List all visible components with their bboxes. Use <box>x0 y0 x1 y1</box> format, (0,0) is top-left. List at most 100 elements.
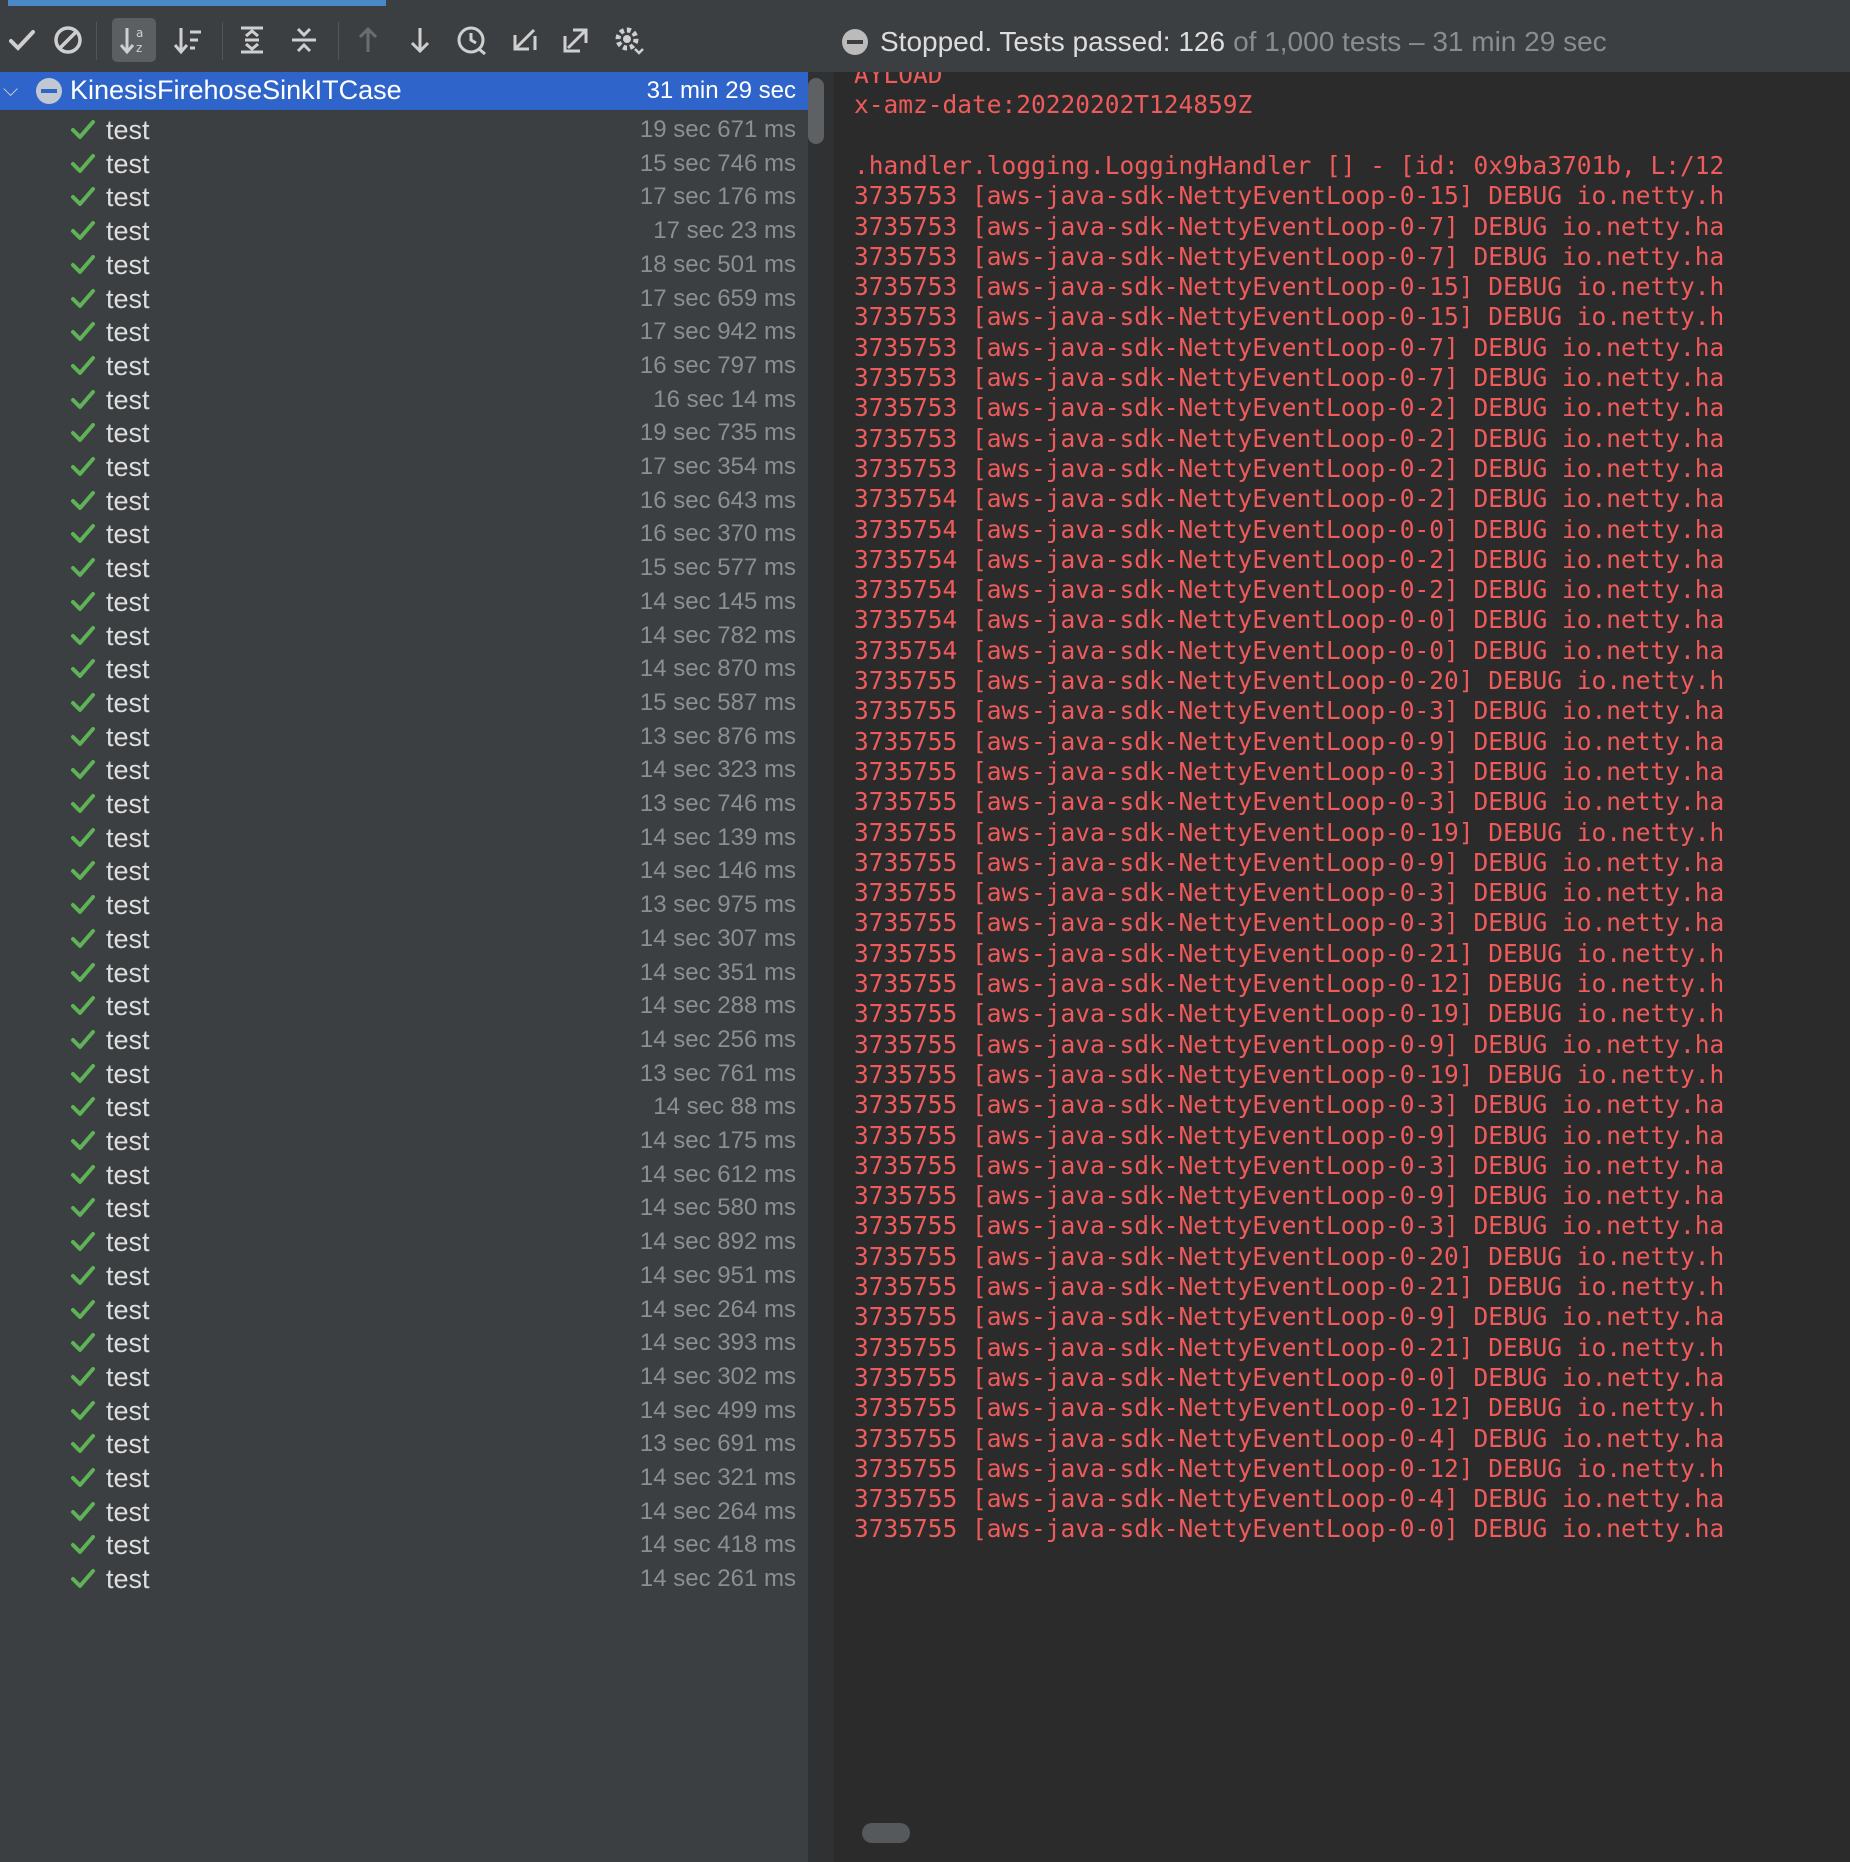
test-duration: 14 sec 288 ms <box>639 992 796 1020</box>
passed-check-icon <box>71 221 95 241</box>
show-passed-button[interactable] <box>0 18 44 62</box>
console-line: 3735754 [aws-java-sdk-NettyEventLoop-0-0… <box>854 635 1725 665</box>
passed-check-icon <box>71 558 95 578</box>
test-history-icon <box>457 26 486 56</box>
status-total-text: of 1,000 tests – 31 min 29 sec <box>1233 26 1607 57</box>
test-name: test <box>106 148 150 179</box>
collapse-all-button[interactable] <box>282 18 326 62</box>
import-tests-button[interactable] <box>502 18 546 62</box>
console-line: 3735755 [aws-java-sdk-NettyEventLoop-0-3… <box>854 1150 1725 1180</box>
test-name: test <box>106 1227 150 1258</box>
test-name: test <box>106 182 150 213</box>
passed-check-icon <box>71 591 95 611</box>
passed-check-icon <box>71 1063 95 1083</box>
suite-name: KinesisFirehoseSinkITCase <box>70 75 402 105</box>
console-line: 3735753 [aws-java-sdk-NettyEventLoop-0-1… <box>854 272 1725 302</box>
test-duration: 19 sec 735 ms <box>639 419 796 447</box>
sort-alphabetically-button[interactable]: az <box>112 18 156 62</box>
test-history-button[interactable] <box>450 18 494 62</box>
test-duration: 14 sec 145 ms <box>639 587 796 615</box>
test-progress-fill <box>8 0 386 6</box>
pane-splitter[interactable] <box>808 72 834 1862</box>
test-duration: 14 sec 393 ms <box>639 1329 796 1357</box>
test-duration: 13 sec 746 ms <box>639 790 796 817</box>
console-line: 3735753 [aws-java-sdk-NettyEventLoop-0-7… <box>854 363 1725 392</box>
show-ignored-button[interactable] <box>46 18 90 62</box>
console-line: 3735755 [aws-java-sdk-NettyEventLoop-0-2… <box>854 938 1725 968</box>
passed-check-icon <box>71 895 95 915</box>
test-duration: 15 sec 587 ms <box>639 688 796 716</box>
console-line: 3735754 [aws-java-sdk-NettyEventLoop-0-2… <box>854 484 1725 514</box>
console-line: 3735754 [aws-java-sdk-NettyEventLoop-0-2… <box>854 575 1725 605</box>
test-name: test <box>106 1463 150 1493</box>
console-line: 3735753 [aws-java-sdk-NettyEventLoop-0-1… <box>854 302 1725 332</box>
console-line: 3735755 [aws-java-sdk-NettyEventLoop-0-1… <box>854 969 1725 998</box>
show-ignored-icon <box>54 26 82 54</box>
collapse-all-icon <box>292 27 316 53</box>
test-name: test <box>106 1260 150 1291</box>
passed-check-icon <box>71 120 95 139</box>
test-duration: 14 sec 782 ms <box>639 621 796 649</box>
export-results-button[interactable] <box>554 18 598 62</box>
passed-check-icon <box>71 1232 95 1252</box>
test-duration: 14 sec 88 ms <box>653 1093 796 1121</box>
test-row[interactable]: test 14 sec 261 ms <box>0 1559 808 1599</box>
console-line: 3735755 [aws-java-sdk-NettyEventLoop-0-3… <box>854 696 1725 726</box>
console-line: 3735753 [aws-java-sdk-NettyEventLoop-0-7… <box>854 241 1725 271</box>
passed-check-icon <box>71 389 95 409</box>
passed-check-icon <box>71 692 95 712</box>
sort-alphabetically-icon: az <box>119 26 143 55</box>
test-duration: 14 sec 256 ms <box>639 1025 796 1053</box>
console-horizontal-scrollbar-thumb[interactable] <box>862 1823 910 1843</box>
passed-check-icon <box>71 490 95 510</box>
test-name: test <box>106 822 150 853</box>
console-line: 3735753 [aws-java-sdk-NettyEventLoop-0-7… <box>854 332 1725 362</box>
test-name: test <box>106 1361 150 1392</box>
console-line: x-amz-date:20220202T124859Z <box>854 90 1253 120</box>
test-name: test <box>106 115 150 145</box>
console-line: 3735755 [aws-java-sdk-NettyEventLoop-0-9… <box>854 726 1725 756</box>
console-line: 3735755 [aws-java-sdk-NettyEventLoop-0-3… <box>854 756 1725 786</box>
passed-check-icon <box>71 254 95 274</box>
test-name: test <box>106 249 150 280</box>
test-name: test <box>106 1092 150 1123</box>
passed-check-icon <box>71 1434 95 1454</box>
console-line: 3735754 [aws-java-sdk-NettyEventLoop-0-2… <box>854 544 1725 574</box>
test-duration: 13 sec 975 ms <box>639 891 796 919</box>
test-name: test <box>106 789 150 819</box>
previous-failed-test-button[interactable] <box>346 18 390 62</box>
test-name: test <box>106 1058 150 1089</box>
test-duration: 14 sec 175 ms <box>639 1127 796 1154</box>
chevron-down-icon[interactable]: ⌵ <box>3 79 18 102</box>
test-name: test <box>106 721 150 752</box>
expand-all-button[interactable] <box>230 18 274 62</box>
test-name: test <box>106 1126 150 1156</box>
test-name: test <box>106 1193 150 1224</box>
tree-scrollbar-thumb[interactable] <box>808 78 824 144</box>
expand-all-icon <box>241 26 263 54</box>
test-name: test <box>106 553 150 584</box>
console-line: 3735755 [aws-java-sdk-NettyEventLoop-0-0… <box>854 1362 1725 1392</box>
console-line: 3735754 [aws-java-sdk-NettyEventLoop-0-0… <box>854 514 1725 544</box>
console-line: 3735753 [aws-java-sdk-NettyEventLoop-0-2… <box>854 423 1725 453</box>
svg-text:a: a <box>136 26 143 40</box>
test-status-summary: Stopped. Tests passed: 126 of 1,000 test… <box>842 22 1607 62</box>
next-failed-test-button[interactable] <box>398 18 442 62</box>
test-duration: 14 sec 264 ms <box>639 1295 796 1323</box>
test-duration: 19 sec 671 ms <box>639 116 796 143</box>
test-duration: 14 sec 499 ms <box>639 1396 796 1424</box>
console-output[interactable]: AYLOAD x-amz-date:20220202T124859Z .handle… <box>834 72 1850 1862</box>
settings-button[interactable] <box>606 18 650 62</box>
sort-by-duration-button[interactable] <box>166 18 210 62</box>
console-line: 3735755 [aws-java-sdk-NettyEventLoop-0-9… <box>854 847 1725 877</box>
test-name: test <box>106 350 150 381</box>
passed-check-icon <box>71 962 95 982</box>
console-line: .handler.logging.LoggingHandler [] - [id… <box>854 150 1725 180</box>
test-duration: 14 sec 351 ms <box>639 958 796 986</box>
test-name: test <box>106 654 150 685</box>
console-line: 3735755 [aws-java-sdk-NettyEventLoop-0-2… <box>854 1272 1725 1301</box>
console-line: 3735755 [aws-java-sdk-NettyEventLoop-0-1… <box>854 1453 1725 1483</box>
next-failed-test-icon <box>410 28 430 54</box>
console-line: 3735755 [aws-java-sdk-NettyEventLoop-0-3… <box>854 787 1725 817</box>
tree-root-row[interactable]: ⌵ KinesisFirehoseSinkITCase 31 min 29 se… <box>0 72 808 110</box>
